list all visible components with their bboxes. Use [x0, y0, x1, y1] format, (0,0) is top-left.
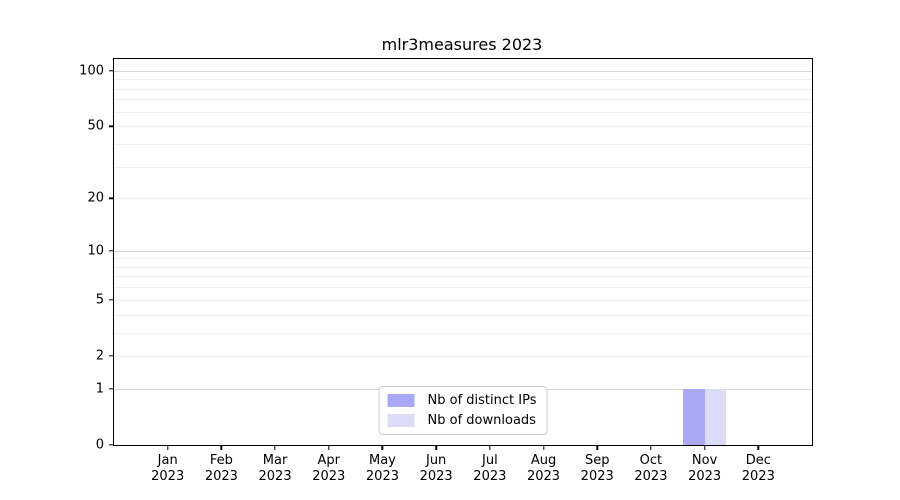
x-tick-mark [542, 445, 545, 450]
x-tick-month: Jul [482, 453, 498, 468]
x-tick-month: Aug [530, 453, 557, 468]
x-tick-month: Oct [639, 453, 663, 468]
x-tick-year: 2023 [312, 469, 346, 484]
y-tick-mark [109, 249, 114, 252]
x-tick-label: Nov 2023 [688, 453, 721, 485]
legend-entry: Nb of distinct IPs [387, 393, 537, 408]
legend-swatch [387, 414, 415, 427]
gridline-minor [114, 166, 812, 168]
x-tick-mark [274, 445, 276, 450]
gridline-minor [114, 111, 812, 113]
y-tick-label: 5 [95, 292, 104, 308]
x-tick-mark [381, 445, 384, 450]
x-tick-year: 2023 [688, 469, 722, 484]
gridline-minor [114, 355, 812, 357]
x-tick-label: Sep 2023 [581, 453, 614, 485]
gridline-minor [114, 88, 812, 90]
gridline-minor [114, 299, 812, 301]
legend-swatch [387, 394, 415, 407]
bar-nov-series1 [704, 388, 727, 445]
gridline-minor [114, 143, 812, 145]
x-tick-mark [220, 445, 223, 450]
bar-nov-series0 [683, 388, 705, 445]
x-tick-month: Nov [691, 453, 718, 468]
x-tick-mark [328, 445, 330, 450]
legend: Nb of distinct IPs Nb of downloads [378, 386, 548, 435]
gridline-minor [114, 314, 812, 316]
x-tick-label: Jan 2023 [151, 453, 184, 485]
gridline-minor [114, 287, 812, 289]
y-tick-mark [109, 388, 114, 390]
x-tick-mark [596, 445, 598, 450]
x-tick-year: 2023 [151, 469, 185, 484]
gridline-major [114, 250, 812, 252]
x-tick-label: Jul 2023 [473, 453, 506, 485]
x-tick-year: 2023 [473, 469, 507, 484]
x-tick-month: Sep [584, 453, 610, 468]
legend-label: Nb of downloads [427, 413, 536, 428]
legend-entry: Nb of downloads [387, 413, 537, 428]
x-tick-month: May [369, 453, 396, 468]
x-tick-mark [650, 445, 652, 450]
gridline-minor [114, 99, 812, 101]
gridline-minor [114, 79, 812, 81]
y-tick-label: 10 [87, 243, 104, 259]
x-tick-month: Dec [745, 453, 771, 468]
y-tick-label: 100 [79, 63, 104, 79]
x-tick-label: Mar 2023 [259, 453, 292, 485]
x-tick-year: 2023 [741, 469, 775, 484]
x-tick-label: Oct 2023 [634, 453, 667, 485]
x-tick-year: 2023 [204, 469, 238, 484]
chart-title: mlr3measures 2023 [381, 35, 543, 54]
x-tick-mark [166, 445, 169, 450]
x-tick-mark [489, 445, 491, 450]
x-tick-label: May 2023 [366, 453, 399, 485]
x-tick-label: Apr 2023 [312, 453, 345, 485]
gridline-major [114, 70, 812, 72]
gridline-minor [114, 198, 812, 200]
y-tick-label: 1 [95, 381, 104, 397]
y-tick-mark [109, 197, 114, 199]
x-tick-month: Apr [317, 453, 341, 468]
x-tick-year: 2023 [258, 469, 292, 484]
x-tick-label: Aug 2023 [527, 453, 560, 485]
x-tick-year: 2023 [365, 469, 399, 484]
gridline-minor [114, 258, 812, 260]
x-tick-month: Jun [425, 453, 447, 468]
y-tick-label: 50 [87, 118, 104, 134]
y-tick-mark [109, 70, 114, 72]
x-tick-label: Feb 2023 [205, 453, 238, 485]
figure: mlr3measures 2023 0 1 2 5 10 20 50 100 Jan 2023 F… [0, 0, 900, 500]
x-tick-year: 2023 [580, 469, 614, 484]
x-tick-month: Jan [157, 453, 178, 468]
plot-area: 0 1 2 5 10 20 50 100 Jan 2023 Feb 2023 Mar 2023 Apr 20… [79, 58, 813, 484]
y-tick-label: 20 [87, 190, 104, 206]
y-tick-mark [109, 125, 114, 127]
y-tick-label: 0 [95, 437, 104, 453]
x-tick-label: Dec 2023 [742, 453, 775, 485]
x-tick-mark [435, 445, 437, 450]
gridline-minor [114, 126, 812, 128]
y-tick-mark [109, 444, 114, 446]
x-tick-label: Jun 2023 [420, 453, 453, 485]
x-tick-month: Mar [262, 453, 288, 468]
x-tick-mark [703, 445, 706, 450]
x-tick-year: 2023 [419, 469, 453, 484]
legend-label: Nb of distinct IPs [427, 393, 537, 408]
x-tick-year: 2023 [526, 469, 561, 484]
y-tick-mark [109, 299, 114, 301]
gridline-minor [114, 276, 812, 278]
gridline-minor [114, 266, 812, 268]
x-tick-month: Feb [209, 453, 233, 468]
y-tick-label: 2 [95, 348, 104, 364]
x-tick-mark [757, 445, 759, 450]
x-tick-year: 2023 [634, 469, 668, 484]
y-tick-mark [109, 355, 114, 357]
gridline-minor [114, 332, 812, 334]
